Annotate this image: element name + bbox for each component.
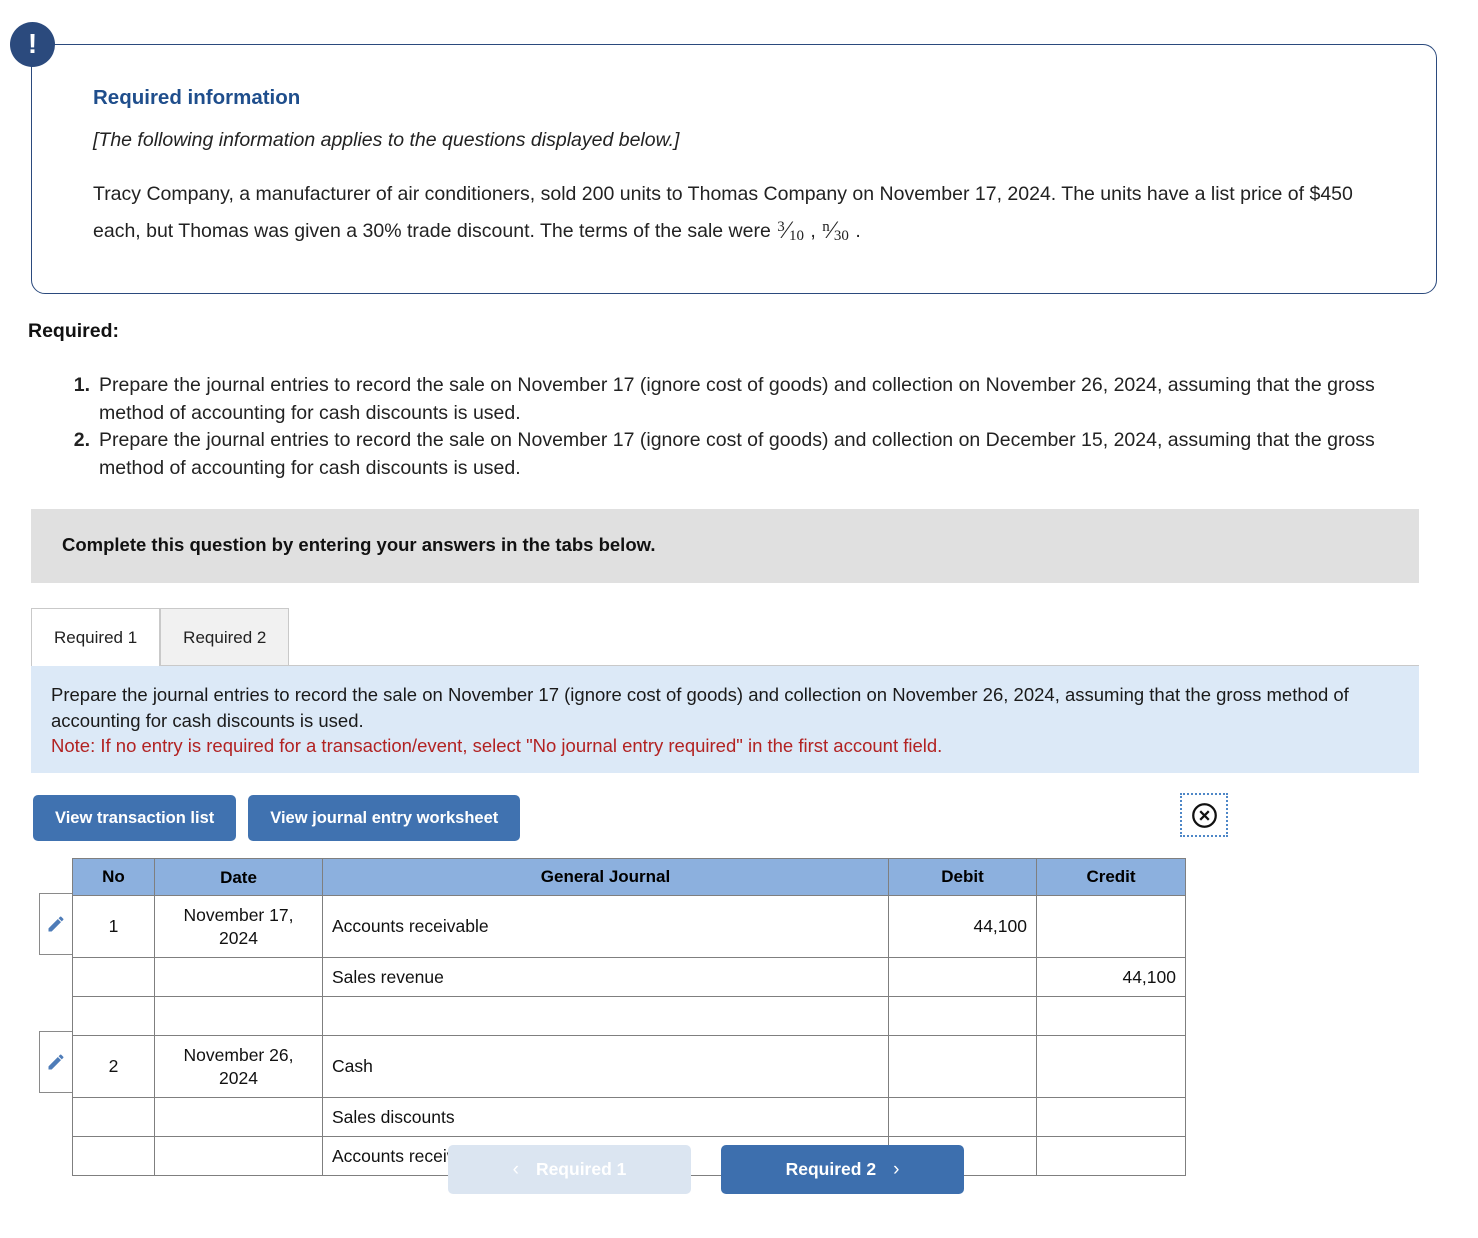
column-header-credit: Credit [1036,858,1186,896]
row-edit-column [39,893,73,1093]
cell-debit[interactable]: 44,100 [888,895,1037,958]
cell-date: November 26, 2024 [154,1035,323,1098]
term2-numerator: n [822,219,830,235]
cell-credit[interactable] [1036,1035,1186,1098]
pencil-icon [48,1054,64,1070]
cell-no [72,1136,155,1176]
cell-account[interactable]: Sales revenue [322,957,889,997]
tab-required-2-label: Required 2 [183,627,267,647]
column-header-debit: Debit [888,858,1037,896]
cell-account[interactable] [322,996,889,1036]
instruction-panel: Prepare the journal entries to record th… [31,666,1419,773]
answer-tabs: Required 1 Required 2 [31,608,290,666]
pager: ‹ Required 1 Required 2 › [448,1145,964,1194]
required-item-1-text: Prepare the journal entries to record th… [99,374,1375,424]
complete-question-banner: Complete this question by entering your … [31,509,1419,583]
tab-required-1-label: Required 1 [54,627,138,647]
cell-date [154,996,323,1036]
cell-credit[interactable] [1036,1097,1186,1137]
cell-credit[interactable] [1036,1136,1186,1176]
cell-date [154,957,323,997]
prev-button-label: Required 1 [535,1159,627,1179]
column-header-date: Date [154,858,323,896]
circle-x-icon[interactable] [1180,793,1228,837]
cell-date [154,1097,323,1137]
instruction-note: Note: If no entry is required for a tran… [51,735,943,756]
instruction-text: Prepare the journal entries to record th… [51,684,1349,731]
column-header-general-journal: General Journal [322,858,889,896]
required-list: 1. Prepare the journal entries to record… [62,372,1402,482]
required-label: Required: [28,320,120,342]
cell-no: 1 [72,895,155,958]
cell-account[interactable]: Sales discounts [322,1097,889,1137]
term1-numerator: 3 [777,219,785,235]
cell-debit[interactable] [888,1035,1037,1098]
view-journal-entry-worksheet-button[interactable]: View journal entry worksheet [248,795,521,841]
cell-no [72,957,155,997]
required-item-1: 1. Prepare the journal entries to record… [62,372,1402,427]
required-item-2: 2. Prepare the journal entries to record… [62,427,1402,482]
cell-debit[interactable] [888,996,1037,1036]
table-row[interactable]: 1 November 17, 2024 Accounts receivable … [72,895,1186,958]
callout-title: Required information [93,86,301,109]
required-information-callout: ! Required information [The following in… [10,22,1437,294]
callout-body: Tracy Company, a manufacturer of air con… [93,178,1377,253]
term2-denominator: 30 [833,228,849,244]
cell-date: November 17, 2024 [154,895,323,958]
cell-debit[interactable] [888,957,1037,997]
cell-date [154,1136,323,1176]
tab-required-1[interactable]: Required 1 [31,608,161,666]
required-item-2-text: Prepare the journal entries to record th… [99,429,1375,479]
required-item-1-number: 1. [73,374,90,396]
column-header-no: No [72,858,155,896]
cell-no: 2 [72,1035,155,1098]
cell-no [72,996,155,1036]
edit-row-4-button[interactable] [39,1031,73,1093]
cell-credit[interactable]: 44,100 [1036,957,1186,997]
edit-row-1-button[interactable] [39,893,73,955]
cell-account[interactable]: Accounts receivable [322,895,889,958]
cell-no [72,1097,155,1137]
cell-credit[interactable] [1036,996,1186,1036]
table-row[interactable]: Sales revenue 44,100 [72,957,1186,997]
exclamation-icon: ! [10,22,55,67]
view-transaction-list-button[interactable]: View transaction list [33,795,237,841]
cell-debit[interactable] [888,1097,1037,1137]
chevron-right-icon: › [893,1158,900,1180]
term-3-10: 3⁄10 [777,211,804,253]
required-item-2-number: 2. [73,429,90,451]
journal-entry-table: No Date General Journal Debit Credit 1 N… [72,858,1186,1176]
next-button-label: Required 2 [785,1159,877,1179]
tab-required-2[interactable]: Required 2 [160,608,290,666]
prev-required-1-button[interactable]: ‹ Required 1 [448,1145,691,1194]
table-row[interactable] [72,996,1186,1036]
cell-account[interactable]: Cash [322,1035,889,1098]
table-row[interactable]: Sales discounts [72,1097,1186,1137]
next-required-2-button[interactable]: Required 2 › [721,1145,964,1194]
callout-body-text: Tracy Company, a manufacturer of air con… [93,183,1353,242]
table-row[interactable]: 2 November 26, 2024 Cash [72,1035,1186,1098]
table-header-row: No Date General Journal Debit Credit [72,858,1186,896]
term1-denominator: 10 [788,228,804,244]
term-n-30: n⁄30 [822,211,849,253]
callout-italic-note: [The following information applies to th… [93,129,680,151]
chevron-left-icon: ‹ [512,1158,519,1180]
complete-question-text: Complete this question by entering your … [62,534,656,555]
term-separator: , [810,220,816,242]
pencil-icon [48,916,64,932]
worksheet-toolbar: View transaction list View journal entry… [33,795,521,841]
cell-credit[interactable] [1036,895,1186,958]
callout-body-period: . [855,220,861,242]
